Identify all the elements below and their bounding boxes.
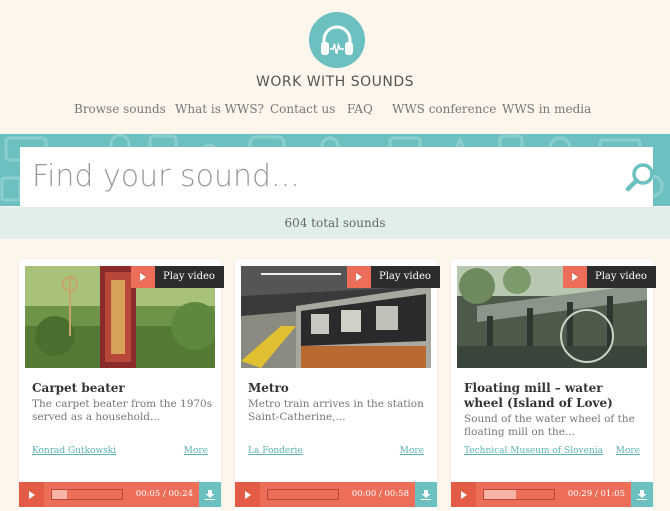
card-author-link[interactable]: La Fonderie <box>248 446 303 456</box>
card-author-link[interactable]: Konrad Gutkowski <box>32 446 116 456</box>
download-button[interactable] <box>415 482 437 507</box>
nav-browse-sounds[interactable]: Browse sounds <box>74 102 166 116</box>
audio-progress-fill <box>484 490 516 499</box>
audio-progress-fill <box>52 490 67 499</box>
nav-what-is-wws[interactable]: What is WWS? <box>175 102 264 116</box>
audio-time: 00:05 / 00:24 <box>135 489 193 499</box>
sound-card: Play video Metro Metro train arrives in … <box>235 259 440 511</box>
nav-faq[interactable]: FAQ <box>347 102 373 116</box>
play-video-label: Play video <box>371 266 440 288</box>
site-logo[interactable] <box>309 12 365 68</box>
audio-progress-bar[interactable] <box>483 489 555 500</box>
audio-play-button[interactable] <box>235 482 260 507</box>
play-icon <box>244 490 251 499</box>
play-video-button[interactable]: Play video <box>347 266 440 288</box>
download-button[interactable] <box>199 482 221 507</box>
audio-play-button[interactable] <box>19 482 44 507</box>
nav-contact-us[interactable]: Contact us <box>270 102 335 116</box>
play-video-button[interactable]: Play video <box>563 266 656 288</box>
audio-time: 00:00 / 00:58 <box>351 489 409 499</box>
sound-card: Play video Floating mill – water wheel (… <box>451 259 656 511</box>
play-video-label: Play video <box>155 266 224 288</box>
card-description: Metro train arrives in the station Saint… <box>248 398 424 423</box>
audio-time: 00:29 / 01:05 <box>567 489 625 499</box>
download-icon <box>421 489 431 500</box>
card-more-link[interactable]: More <box>400 446 424 456</box>
audio-player: 00:05 / 00:24 <box>19 482 221 507</box>
audio-progress-bar[interactable] <box>267 489 339 500</box>
card-description: Sound of the water wheel of the floating… <box>464 413 635 438</box>
nav-wws-in-media[interactable]: WWS in media <box>502 102 591 116</box>
audio-player: 00:00 / 00:58 <box>235 482 437 507</box>
download-button[interactable] <box>631 482 653 507</box>
audio-play-button[interactable] <box>451 482 476 507</box>
play-icon <box>563 266 587 288</box>
site-title[interactable]: WORK WITH SOUNDS <box>0 74 670 90</box>
audio-progress-bar[interactable] <box>51 489 123 500</box>
play-icon <box>28 490 35 499</box>
results-count: 604 total sounds <box>0 207 670 239</box>
search-icon[interactable] <box>624 160 658 194</box>
card-title[interactable]: Metro <box>248 381 428 396</box>
card-more-link[interactable]: More <box>184 446 208 456</box>
play-video-label: Play video <box>587 266 656 288</box>
download-icon <box>205 489 215 500</box>
play-video-button[interactable]: Play video <box>131 266 224 288</box>
headphones-icon <box>321 25 353 55</box>
card-description: The carpet beater from the 1970s served … <box>32 398 213 423</box>
card-title[interactable]: Carpet beater <box>32 381 212 396</box>
nav-wws-conference[interactable]: WWS conference <box>392 102 496 116</box>
audio-player: 00:29 / 01:05 <box>451 482 653 507</box>
play-icon <box>460 490 467 499</box>
search-input[interactable] <box>32 155 592 197</box>
card-title[interactable]: Floating mill – water wheel (Island of L… <box>464 381 644 411</box>
card-author-link[interactable]: Technical Museum of Slovenia <box>464 446 603 456</box>
download-icon <box>637 489 647 500</box>
card-more-link[interactable]: More <box>616 446 640 456</box>
search-box <box>20 147 654 207</box>
play-icon <box>131 266 155 288</box>
play-icon <box>347 266 371 288</box>
sound-card: Play video Carpet beater The carpet beat… <box>19 259 224 511</box>
